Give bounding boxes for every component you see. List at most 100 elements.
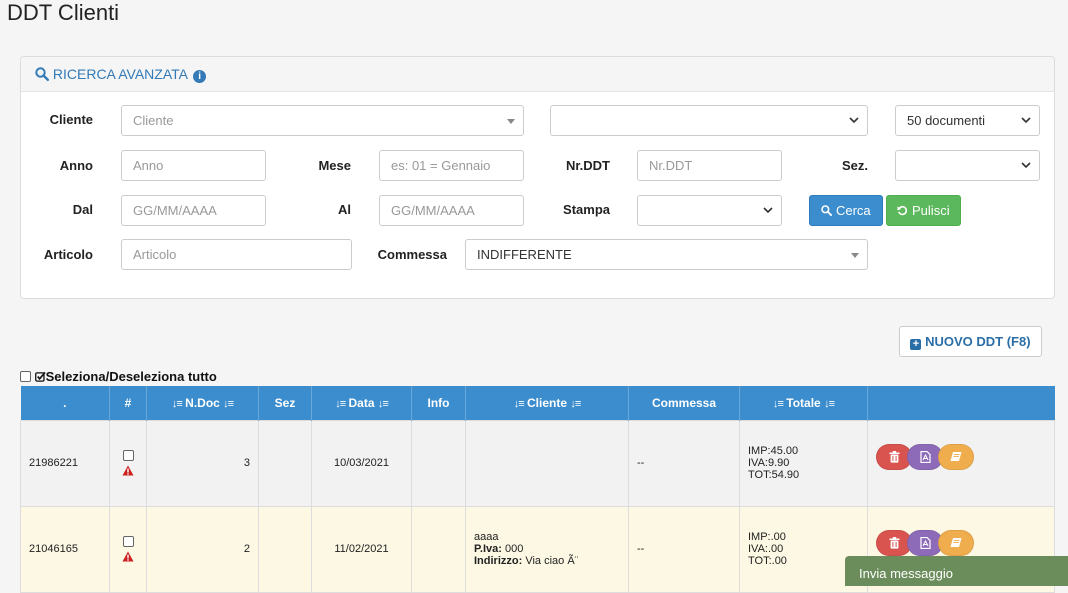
col-header-ndoc-label: N.Doc [185,395,220,410]
row-tot: TOT:.00 [748,555,787,567]
row-sez [258,505,312,593]
chevron-down-icon [849,117,859,124]
table-row[interactable]: 21986221 3 10/03/2021 -- IMP:45.00 IVA:9… [20,419,1055,507]
anno-input-field[interactable] [133,151,254,180]
cerca-button[interactable]: Cerca [809,195,883,226]
warning-icon [122,551,134,562]
row-indirizzo-label: Indirizzo: [474,555,523,567]
row-commessa: -- [628,505,740,593]
row-cliente: aaaa P.Iva: 000 Indirizzo: Via ciao Ã¨ [465,505,629,593]
table-header-row: . # ↓≡ N.Doc ↓≡ Sez ↓≡ Data ↓≡ Info ↓≡ C… [20,386,1055,420]
pulisci-button[interactable]: Pulisci [886,195,961,226]
commessa-select-value: INDIFFERENTE [477,247,572,262]
row-piva-label: P.Iva: [474,543,502,555]
new-ddt-button-label: NUOVO DDT (F8) [925,334,1031,349]
col-header-commessa: Commessa [628,386,740,420]
book-icon [950,538,962,547]
nrddt-label: Nr.DDT [565,158,610,173]
al-input[interactable] [379,195,524,226]
col-header-id: . [20,386,110,420]
warning-icon [122,465,134,476]
refresh-icon [897,205,908,216]
col-header-cliente[interactable]: ↓≡ Cliente ↓≡ [465,386,629,420]
row-tot: TOT:54.90 [748,469,800,481]
checkbox-icon [34,371,46,382]
col-header-totale[interactable]: ↓≡ Totale ↓≡ [739,386,868,420]
dal-label: Dal [72,202,93,217]
chevron-down-icon [1021,117,1031,124]
search-icon [35,66,53,82]
articolo-input[interactable] [121,239,352,270]
articolo-label: Articolo [43,247,93,262]
row-data: 11/02/2021 [311,505,412,593]
commessa-label: Commessa [377,247,447,262]
row-sez [258,419,312,507]
book-button[interactable] [938,443,974,470]
sort-icon: ↓≡ [773,397,784,410]
nrddt-input[interactable] [637,150,782,181]
row-totale: IMP:45.00 IVA:9.90 TOT:54.90 [739,419,868,507]
new-ddt-button[interactable]: + NUOVO DDT (F8) [899,326,1042,357]
row-ndoc: 3 [146,419,259,507]
col-header-ndoc[interactable]: ↓≡ N.Doc ↓≡ [146,386,259,420]
cliente-select[interactable]: Cliente [121,105,524,136]
select-all[interactable]: Seleziona/Deseleziona tutto [20,369,217,384]
chevron-down-icon [1021,162,1031,169]
row-data: 10/03/2021 [311,419,412,507]
advanced-search-heading[interactable]: RICERCA AVANZATA i [21,57,1054,92]
row-select-cell [109,505,147,593]
book-icon [950,452,962,461]
info-icon[interactable]: i [193,70,207,83]
mese-input-field[interactable] [391,151,512,180]
sort-icon: ↓≡ [335,397,346,410]
book-button[interactable] [938,529,974,556]
row-checkbox[interactable] [122,450,134,461]
mese-label: Mese [318,158,351,173]
advanced-search-panel: RICERCA AVANZATA i Cliente Cliente 50 do… [20,56,1055,299]
row-checkbox[interactable] [122,536,134,547]
col-header-sez: Sez [258,386,312,420]
nrddt-input-field[interactable] [649,151,770,180]
send-message-label: Invia messaggio [859,566,953,581]
trash-icon [889,450,899,463]
al-label: Al [338,202,351,217]
dal-input[interactable] [121,195,266,226]
col-header-data[interactable]: ↓≡ Data ↓≡ [311,386,412,420]
row-cliente [465,419,629,507]
row-info [411,419,466,507]
commessa-select[interactable]: INDIFFERENTE [465,239,868,270]
documenti-limit-value: 50 documenti [907,113,986,128]
caret-down-icon [851,253,859,258]
row-ndoc: 2 [146,505,259,593]
mese-input[interactable] [379,150,524,181]
dal-input-field[interactable] [133,196,254,225]
select-all-checkbox[interactable] [20,371,31,382]
sort-icon: ↓≡ [223,397,234,410]
secondary-filter-select[interactable] [550,105,868,136]
advanced-search-title: RICERCA AVANZATA [52,66,188,82]
articolo-input-field[interactable] [133,240,340,269]
col-header-hash: # [109,386,147,420]
row-id: 21046165 [20,505,110,593]
cliente-label: Cliente [49,112,93,127]
row-iva: IVA:.00 [748,543,784,555]
row-imp: IMP:.00 [748,531,786,543]
plus-square-icon: + [910,339,922,350]
sez-select[interactable] [895,150,1040,181]
pulisci-button-label: Pulisci [912,203,950,218]
row-actions [867,419,1055,507]
col-header-info: Info [411,386,466,420]
row-imp: IMP:45.00 [748,445,799,457]
row-indirizzo: Via ciao Ã¨ [525,555,579,567]
anno-label: Anno [59,158,93,173]
row-id: 21986221 [20,419,110,507]
pdf-icon [919,450,931,463]
send-message-tab[interactable]: Invia messaggio [845,556,1068,586]
row-commessa: -- [628,419,740,507]
al-input-field[interactable] [391,196,512,225]
anno-input[interactable] [121,150,266,181]
sort-icon: ↓≡ [513,397,525,410]
stampa-select[interactable] [637,195,782,226]
documenti-limit-select[interactable]: 50 documenti [895,105,1040,136]
row-info [411,505,466,593]
